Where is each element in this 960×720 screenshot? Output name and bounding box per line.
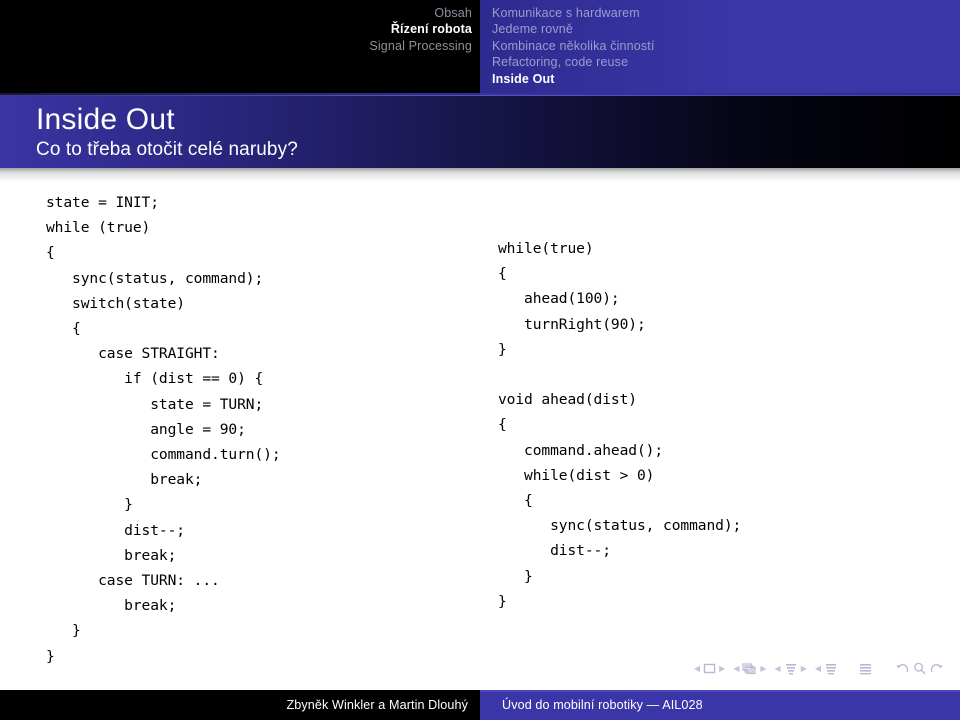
footer-authors-cell: Zbyněk Winkler a Martin Dlouhý <box>0 692 480 720</box>
document-icon[interactable] <box>858 663 873 675</box>
code-block-inside-out: while(true) { ahead(100); turnRight(90);… <box>498 240 742 610</box>
slide-title-bar: Inside Out Co to třeba otočit celé narub… <box>0 96 960 168</box>
nav-group-subsection: ◀ ▶ <box>775 663 807 675</box>
title-bar-shadow <box>0 168 960 182</box>
forward-icon[interactable] <box>930 662 944 675</box>
nav-group-slide: ◀ ▶ <box>694 663 725 674</box>
nav-group-section: ◀ <box>815 663 838 675</box>
nav-item-kombinace-nekolika-cinnosti[interactable]: Kombinace několika činností <box>492 38 960 54</box>
frames-icon[interactable] <box>742 662 757 675</box>
slide-footer: Zbyněk Winkler a Martin Dlouhý Úvod do m… <box>0 692 960 720</box>
footer-course: Úvod do mobilní robotiky — AIL028 <box>502 698 703 712</box>
footer-course-cell: Úvod do mobilní robotiky — AIL028 <box>480 692 960 720</box>
footer-authors: Zbyněk Winkler a Martin Dlouhý <box>286 698 468 712</box>
nav-group-document <box>858 663 873 675</box>
code-block-state-machine: state = INIT; while (true) { sync(status… <box>46 194 281 665</box>
nav-item-jedeme-rovne[interactable]: Jedeme rovně <box>492 21 960 37</box>
nav-item-komunikace-s-hardwarem[interactable]: Komunikace s hardwarem <box>492 5 960 21</box>
next-frame-arrow-icon[interactable]: ▶ <box>760 664 766 674</box>
next-slide-arrow-icon[interactable]: ▶ <box>719 664 725 674</box>
prev-section-arrow-icon[interactable]: ◀ <box>815 664 821 674</box>
nav-group-frames: ◀ ▶ <box>733 662 767 675</box>
next-subsection-arrow-icon[interactable]: ▶ <box>801 664 807 674</box>
search-icon[interactable] <box>913 662 926 675</box>
nav-item-refactoring-code-reuse[interactable]: Refactoring, code reuse <box>492 54 960 70</box>
navigation-subsections-right: Komunikace s hardwarem Jedeme rovně Komb… <box>480 0 960 95</box>
nav-group-history <box>895 662 944 675</box>
section-icon[interactable] <box>824 663 838 675</box>
back-icon[interactable] <box>895 662 909 675</box>
prev-subsection-arrow-icon[interactable]: ◀ <box>775 664 781 674</box>
page-title: Inside Out <box>36 103 175 136</box>
nav-item-inside-out[interactable]: Inside Out <box>492 71 960 87</box>
code-column-left: state = INIT; while (true) { sync(status… <box>0 182 480 665</box>
code-column-right: while(true) { ahead(100); turnRight(90);… <box>480 182 960 652</box>
nav-item-rizeni-robota[interactable]: Řízení robota <box>0 21 472 37</box>
prev-frame-arrow-icon[interactable]: ◀ <box>733 664 739 674</box>
navigation-sections-left: Obsah Řízení robota Signal Processing <box>0 0 480 95</box>
slide-icon[interactable] <box>703 663 716 674</box>
prev-slide-arrow-icon[interactable]: ◀ <box>694 664 700 674</box>
beamer-navigation-symbols[interactable]: ◀ ▶ ◀ ▶ ◀ ▶ ◀ <box>694 662 944 675</box>
page-subtitle: Co to třeba otočit celé naruby? <box>36 139 298 160</box>
subsection-icon[interactable] <box>784 663 798 675</box>
nav-item-obsah[interactable]: Obsah <box>0 5 472 21</box>
slide-content: state = INIT; while (true) { sync(status… <box>0 182 960 665</box>
navigation-header: Obsah Řízení robota Signal Processing Ko… <box>0 0 960 95</box>
nav-item-signal-processing[interactable]: Signal Processing <box>0 38 472 54</box>
